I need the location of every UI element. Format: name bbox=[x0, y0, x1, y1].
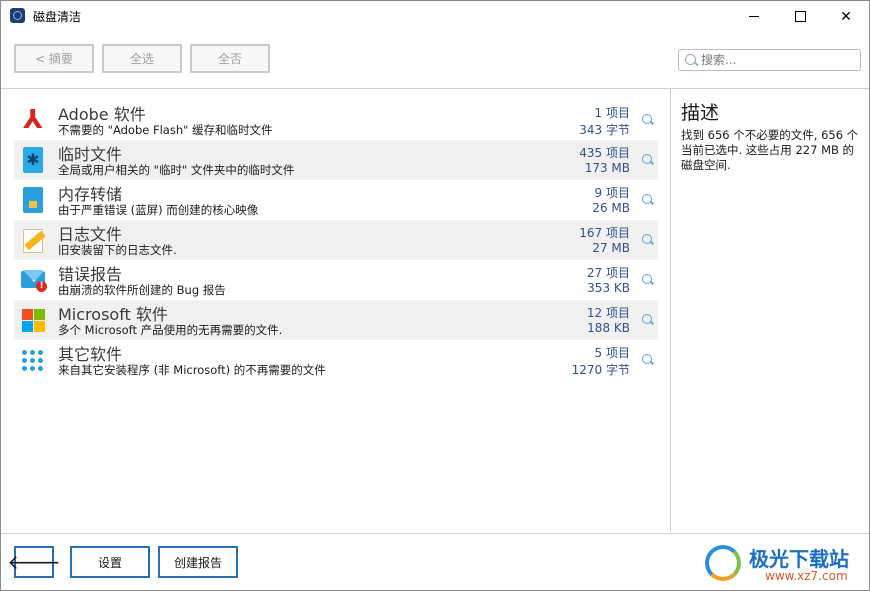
item-count: 1 项目 bbox=[594, 106, 630, 120]
item-description: 全局或用户相关的 "临时" 文件夹中的临时文件 bbox=[58, 163, 295, 177]
memory-card-icon bbox=[23, 187, 43, 213]
item-count: 9 项目 bbox=[594, 186, 630, 200]
search-box[interactable] bbox=[678, 49, 861, 71]
item-count: 5 项目 bbox=[594, 346, 630, 360]
bottom-bar: 🡐 设置 创建报告 极光下载站 www.xz7.com bbox=[1, 533, 869, 591]
list-item-error-reports[interactable]: ! 错误报告 由崩溃的软件所创建的 Bug 报告 27 项目 353 KB bbox=[14, 260, 658, 300]
item-size: 173 MB bbox=[584, 161, 630, 175]
magnifier-icon[interactable] bbox=[642, 354, 652, 364]
item-description: 由崩溃的软件所创建的 Bug 报告 bbox=[58, 283, 226, 297]
minimize-icon bbox=[749, 16, 759, 17]
title-bar: 磁盘清洁 ✕ bbox=[1, 1, 869, 32]
item-size: 26 MB bbox=[592, 201, 630, 215]
item-description: 来自其它安装程序 (非 Microsoft) 的不再需要的文件 bbox=[58, 363, 326, 377]
window-title: 磁盘清洁 bbox=[33, 10, 82, 24]
search-input[interactable] bbox=[701, 51, 851, 69]
magnifier-icon[interactable] bbox=[642, 234, 652, 244]
magnifier-icon[interactable] bbox=[642, 194, 652, 204]
create-report-button[interactable]: 创建报告 bbox=[158, 546, 238, 578]
maximize-icon bbox=[794, 11, 806, 22]
list-item-adobe[interactable]: ⅄ Adobe 软件 不需要的 "Adobe Flash" 缓存和临时文件 1 … bbox=[14, 100, 658, 140]
item-size: 343 字节 bbox=[579, 123, 630, 137]
select-all-button[interactable]: 全选 bbox=[102, 44, 182, 73]
item-count: 167 项目 bbox=[579, 226, 630, 240]
list-item-log-files[interactable]: 日志文件 旧安装留下的日志文件. 167 项目 27 MB bbox=[14, 220, 658, 260]
close-button[interactable]: ✕ bbox=[823, 1, 869, 32]
microsoft-icon bbox=[20, 307, 46, 333]
select-none-button[interactable]: 全否 bbox=[190, 44, 270, 73]
description-text: 找到 656 个不必要的文件, 656 个当前已选中. 这些占用 227 MB … bbox=[681, 128, 859, 172]
watermark-logo-icon bbox=[705, 545, 741, 581]
toolbar: < 摘要 全选 全否 bbox=[1, 32, 869, 89]
app-icon bbox=[10, 8, 25, 23]
watermark: 极光下载站 www.xz7.com bbox=[701, 539, 866, 587]
maximize-button[interactable] bbox=[777, 1, 823, 32]
item-size: 1270 字节 bbox=[571, 363, 630, 377]
list-item-memory-dump[interactable]: 内存转储 由于严重错误 (蓝屏) 而创建的核心映像 9 项目 26 MB bbox=[14, 180, 658, 220]
item-size: 353 KB bbox=[587, 281, 630, 295]
close-icon: ✕ bbox=[840, 8, 852, 25]
adobe-icon: ⅄ bbox=[23, 105, 43, 135]
item-description: 多个 Microsoft 产品使用的无再需要的文件. bbox=[58, 323, 283, 337]
magnifier-icon[interactable] bbox=[642, 154, 652, 164]
item-count: 27 项目 bbox=[586, 266, 630, 280]
list-item-microsoft[interactable]: Microsoft 软件 多个 Microsoft 产品使用的无再需要的文件. … bbox=[14, 300, 658, 340]
disk-clean-window: 磁盘清洁 ✕ < 摘要 全选 全否 ⅄ Adobe 软件 不需要的 "Adobe… bbox=[0, 0, 870, 591]
magnifier-icon[interactable] bbox=[642, 114, 652, 124]
minimize-button[interactable] bbox=[731, 1, 777, 32]
magnifier-icon[interactable] bbox=[642, 314, 652, 324]
watermark-url: www.xz7.com bbox=[765, 569, 848, 583]
description-title: 描述 bbox=[681, 102, 720, 124]
watermark-name: 极光下载站 bbox=[749, 547, 849, 571]
item-description: 不需要的 "Adobe Flash" 缓存和临时文件 bbox=[58, 123, 273, 137]
settings-button[interactable]: 设置 bbox=[70, 546, 150, 578]
arrow-left-icon: 🡐 bbox=[7, 550, 61, 574]
back-button[interactable]: 🡐 bbox=[7, 546, 61, 578]
temp-file-icon: ✱ bbox=[23, 147, 43, 173]
list-item-other-software[interactable]: 其它软件 来自其它安装程序 (非 Microsoft) 的不再需要的文件 5 项… bbox=[14, 340, 658, 380]
dots-grid-icon bbox=[20, 347, 46, 373]
magnifier-icon[interactable] bbox=[642, 274, 652, 284]
search-icon bbox=[685, 54, 696, 65]
item-description: 旧安装留下的日志文件. bbox=[58, 243, 177, 257]
log-pencil-icon bbox=[20, 227, 46, 253]
back-summary-button[interactable]: < 摘要 bbox=[14, 44, 94, 73]
item-count: 435 项目 bbox=[579, 146, 630, 160]
list-item-temp[interactable]: ✱ 临时文件 全局或用户相关的 "临时" 文件夹中的临时文件 435 项目 17… bbox=[14, 140, 658, 180]
item-description: 由于严重错误 (蓝屏) 而创建的核心映像 bbox=[58, 203, 259, 217]
category-list: ⅄ Adobe 软件 不需要的 "Adobe Flash" 缓存和临时文件 1 … bbox=[14, 100, 658, 380]
item-count: 12 项目 bbox=[586, 306, 630, 320]
item-size: 188 KB bbox=[587, 321, 630, 335]
mail-error-icon: ! bbox=[20, 267, 47, 293]
panel-divider bbox=[670, 89, 671, 532]
item-size: 27 MB bbox=[592, 241, 630, 255]
